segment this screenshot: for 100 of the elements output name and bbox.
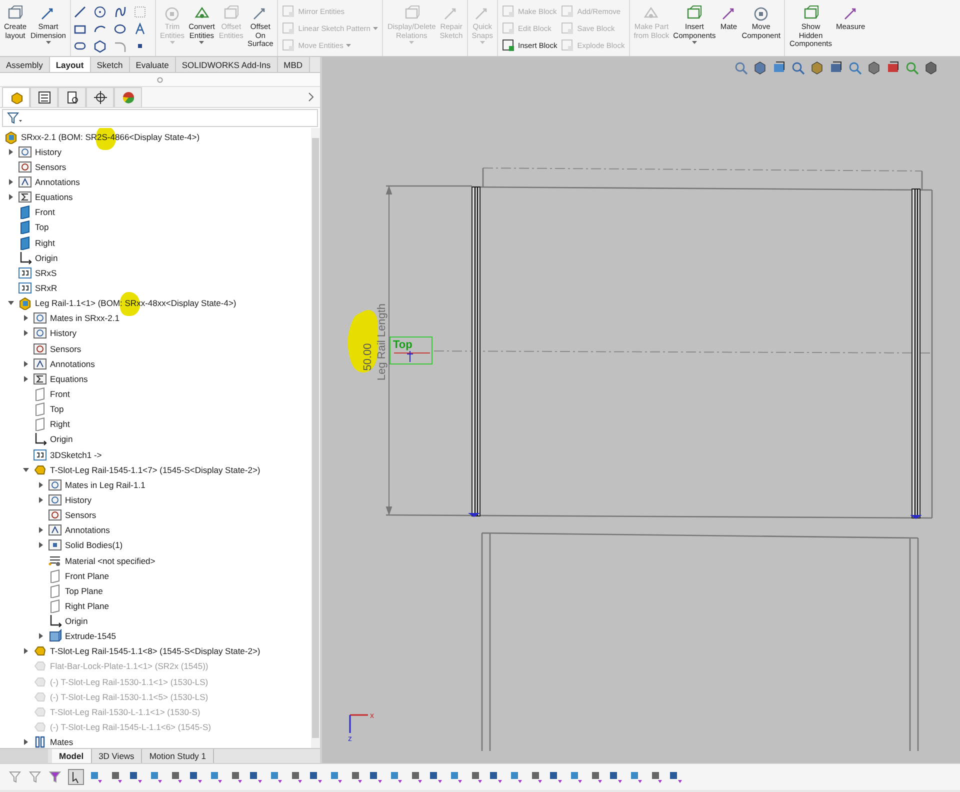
command-tab[interactable]: MBD: [278, 57, 310, 72]
panel-tab[interactable]: [30, 87, 58, 107]
expand-arrow-icon[interactable]: [38, 633, 44, 640]
selection-filter-icon[interactable]: [668, 769, 684, 785]
view-tool-icon[interactable]: [772, 61, 786, 75]
selection-filter-icon[interactable]: [488, 769, 504, 785]
assembly-icon: [18, 296, 32, 310]
tree-item[interactable]: History: [65, 494, 92, 505]
sketch-tool-icon[interactable]: [72, 4, 87, 18]
expand-arrow-icon[interactable]: [38, 496, 44, 503]
tree-item[interactable]: History: [35, 146, 62, 157]
command-tab[interactable]: Sketch: [90, 57, 130, 72]
selection-filter-icon[interactable]: [128, 769, 144, 785]
tree-item[interactable]: Extrude-1545: [65, 631, 116, 642]
tree-item[interactable]: Front: [35, 207, 55, 218]
command-tab[interactable]: Layout: [50, 57, 91, 72]
panel-tab[interactable]: [86, 87, 114, 107]
selection-filter-icon[interactable]: [548, 769, 564, 785]
expand-arrow-icon[interactable]: [23, 360, 29, 367]
sketch-tool-icon[interactable]: [112, 4, 127, 18]
expand-arrow-icon[interactable]: [8, 194, 14, 200]
view-tool-icon[interactable]: [886, 61, 900, 75]
tree-item[interactable]: T-Slot-Leg Rail-1545-1.1<8> (1545-S<Display State-2>): [50, 646, 260, 656]
expand-arrow-icon[interactable]: [23, 330, 29, 336]
command-tab[interactable]: SOLIDWORKS Add-Ins: [176, 57, 278, 72]
view-tool-icon[interactable]: [791, 61, 805, 75]
tree-item[interactable]: Annotations: [35, 176, 80, 187]
tree-item[interactable]: Mates: [50, 737, 74, 748]
panel-tab[interactable]: [58, 87, 86, 107]
tree-item[interactable]: Front Plane: [65, 570, 109, 581]
selection-filter-icon[interactable]: [248, 769, 264, 785]
graphics-area[interactable]: 50.00 Leg Rail Length Top x z: [322, 57, 960, 763]
tree-item[interactable]: Solid Bodies(1): [65, 540, 123, 550]
sketch-tool-icon[interactable]: [92, 4, 107, 18]
bottom-tab[interactable]: Model: [52, 749, 92, 763]
tree-item[interactable]: Sensors: [50, 344, 82, 354]
tree-item[interactable]: Annotations: [65, 525, 110, 536]
expand-arrow-icon[interactable]: [38, 482, 44, 488]
sketch-tool-icon[interactable]: [132, 22, 147, 36]
history-icon: [18, 144, 32, 159]
tree-item[interactable]: Material <not specified>: [65, 556, 156, 566]
tree-item[interactable]: Top: [35, 222, 49, 232]
tree-item[interactable]: Sensors: [65, 510, 96, 520]
tree-item[interactable]: Right Plane: [65, 600, 109, 611]
sketch-tool-icon[interactable]: [112, 22, 127, 36]
view-tool-icon[interactable]: [810, 61, 824, 75]
expand-arrow-icon[interactable]: [23, 739, 29, 746]
caret-icon[interactable]: [46, 41, 51, 45]
tree-item[interactable]: SRxR: [35, 282, 58, 293]
view-tool-icon[interactable]: [829, 61, 843, 75]
sketch-tool-icon[interactable]: [92, 38, 107, 52]
view-tool-icon[interactable]: [753, 61, 767, 75]
view-tool-icon[interactable]: [924, 61, 938, 75]
filter-icon[interactable]: [7, 112, 23, 124]
selection-filter-icon[interactable]: [188, 769, 204, 785]
expand-arrow-icon[interactable]: [23, 466, 29, 473]
selection-filter-icon[interactable]: [368, 769, 384, 785]
refplane-icon: [48, 584, 62, 598]
tree-item[interactable]: Top Plane: [65, 586, 103, 596]
tree-item[interactable]: T-Slot-Leg Rail-1545-1.1<7> (1545-S<Display State-2>): [50, 464, 260, 475]
selection-filter-icon[interactable]: [428, 769, 444, 785]
tree-item[interactable]: Annotations: [50, 358, 95, 369]
tree-item[interactable]: Origin: [65, 616, 88, 626]
tree-item[interactable]: History: [50, 328, 76, 338]
tree-item[interactable]: Equations: [50, 374, 88, 384]
tree-item[interactable]: Front: [50, 388, 70, 399]
caret-icon[interactable]: [692, 41, 697, 45]
expand-arrow-icon[interactable]: [38, 542, 44, 548]
tree-item[interactable]: Mates in SRxx-2.1: [50, 313, 120, 324]
origin-marker: [394, 350, 430, 362]
caret-icon[interactable]: [199, 41, 204, 45]
sketch-icon: [18, 280, 32, 295]
tree-item[interactable]: Origin: [35, 252, 58, 263]
splitter-handle-icon[interactable]: [157, 76, 163, 82]
command-tab[interactable]: Evaluate: [130, 57, 176, 72]
expand-arrow-icon[interactable]: [8, 300, 14, 306]
tree-item[interactable]: SRxS: [35, 268, 57, 278]
tree-item[interactable]: Mates in Leg Rail-1.1: [65, 480, 146, 490]
tree-item[interactable]: Equations: [35, 192, 73, 202]
expand-arrow-icon[interactable]: [23, 648, 29, 654]
tree-item[interactable]: Right: [35, 238, 55, 248]
tree-item[interactable]: Right: [50, 419, 70, 430]
expand-arrow-icon[interactable]: [38, 527, 44, 534]
selection-filter-icon[interactable]: [308, 769, 324, 785]
origin-icon: [48, 614, 62, 628]
tree-item[interactable]: Origin: [50, 434, 73, 444]
expand-arrow-icon[interactable]: [8, 148, 14, 155]
tree-item[interactable]: 3DSketch1 ->: [50, 450, 102, 460]
command-tab[interactable]: Assembly: [0, 57, 50, 72]
expand-arrow-icon[interactable]: [23, 315, 29, 322]
selection-filter-icon[interactable]: [48, 769, 64, 785]
expand-arrow-icon[interactable]: [23, 376, 29, 382]
refplane-icon: [33, 386, 47, 401]
expand-arrow-icon[interactable]: [8, 178, 14, 185]
tree-item[interactable]: Sensors: [35, 162, 66, 172]
selection-filter-icon[interactable]: [68, 769, 84, 785]
view-tool-icon[interactable]: [867, 61, 881, 75]
tree-item[interactable]: Top: [50, 404, 64, 414]
scrollbar[interactable]: [311, 128, 320, 748]
selection-filter-icon[interactable]: [608, 769, 624, 785]
